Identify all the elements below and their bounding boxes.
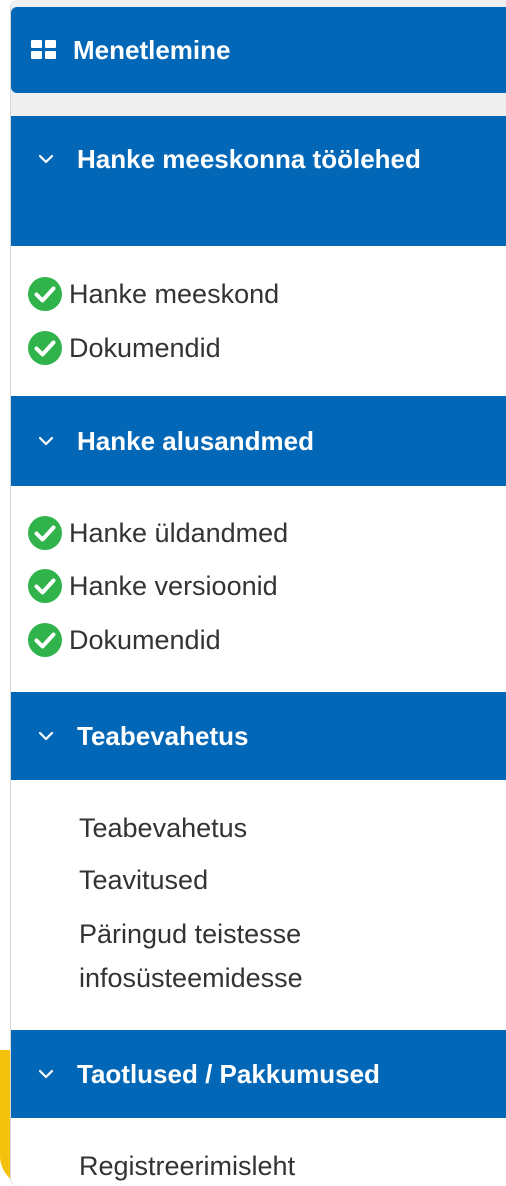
- chevron-down-icon: [33, 1069, 59, 1079]
- nav-item-label: Dokumendid: [69, 624, 221, 655]
- nav-item-dokumendid-2[interactable]: Dokumendid: [11, 620, 221, 660]
- nav-item-label: Hanke meeskond: [69, 278, 280, 309]
- nav-item-teabevahetus[interactable]: Teabevahetus: [79, 808, 247, 848]
- nav-item-label: Registreerimisleht: [79, 1150, 296, 1181]
- section-header-hanke-alusandmed[interactable]: Hanke alusandmed: [11, 396, 506, 486]
- nav-item-label: Teavitused: [79, 864, 209, 895]
- nav-item-label: Dokumendid: [69, 332, 221, 363]
- check-circle-icon: [28, 516, 62, 550]
- section-title: Hanke meeskonna töölehed: [77, 144, 421, 174]
- chevron-down-icon: [33, 139, 59, 179]
- section-header-hanke-meeskonna-toolehed[interactable]: Hanke meeskonna töölehed: [11, 116, 506, 246]
- nav-item-hanke-meeskond[interactable]: Hanke meeskond: [11, 274, 279, 314]
- nav-item-registreerimisleht[interactable]: Registreerimisleht: [79, 1146, 295, 1186]
- chevron-down-icon: [33, 731, 59, 741]
- nav-item-teavitused[interactable]: Teavitused: [79, 860, 208, 900]
- nav-item-label: Teabevahetus: [79, 812, 248, 843]
- section-header-taotlused-pakkumused[interactable]: Taotlused / Pakkumused: [11, 1030, 506, 1118]
- section-title: Teabevahetus: [77, 721, 249, 751]
- navigation-panel: Menetlemine Hanke meeskonna töölehed Han…: [10, 0, 506, 1186]
- nav-item-label: Hanke versioonid: [69, 570, 278, 601]
- nav-item-label: Päringud teistesse infosüsteemidesse: [79, 919, 303, 993]
- nav-item-hanke-versioonid[interactable]: Hanke versioonid: [11, 566, 278, 606]
- check-circle-icon: [28, 569, 62, 603]
- menetlemine-header[interactable]: Menetlemine: [11, 7, 506, 93]
- nav-item-label: Hanke üldandmed: [69, 517, 289, 548]
- section-title: Taotlused / Pakkumused: [77, 1059, 380, 1089]
- menu-header-label: Menetlemine: [73, 34, 231, 65]
- section-title: Hanke alusandmed: [77, 426, 314, 456]
- check-circle-icon: [28, 331, 62, 365]
- nav-item-hanke-uldandmed[interactable]: Hanke üldandmed: [11, 513, 288, 553]
- chevron-down-icon: [33, 436, 59, 446]
- section-header-teabevahetus[interactable]: Teabevahetus: [11, 692, 506, 780]
- grid-icon: [31, 40, 57, 60]
- nav-item-paringud-teistesse-infosusteemidesse[interactable]: Päringud teistesse infosüsteemidesse: [79, 912, 479, 1000]
- nav-item-dokumendid[interactable]: Dokumendid: [11, 328, 221, 368]
- check-circle-icon: [28, 623, 62, 657]
- check-circle-icon: [28, 277, 62, 311]
